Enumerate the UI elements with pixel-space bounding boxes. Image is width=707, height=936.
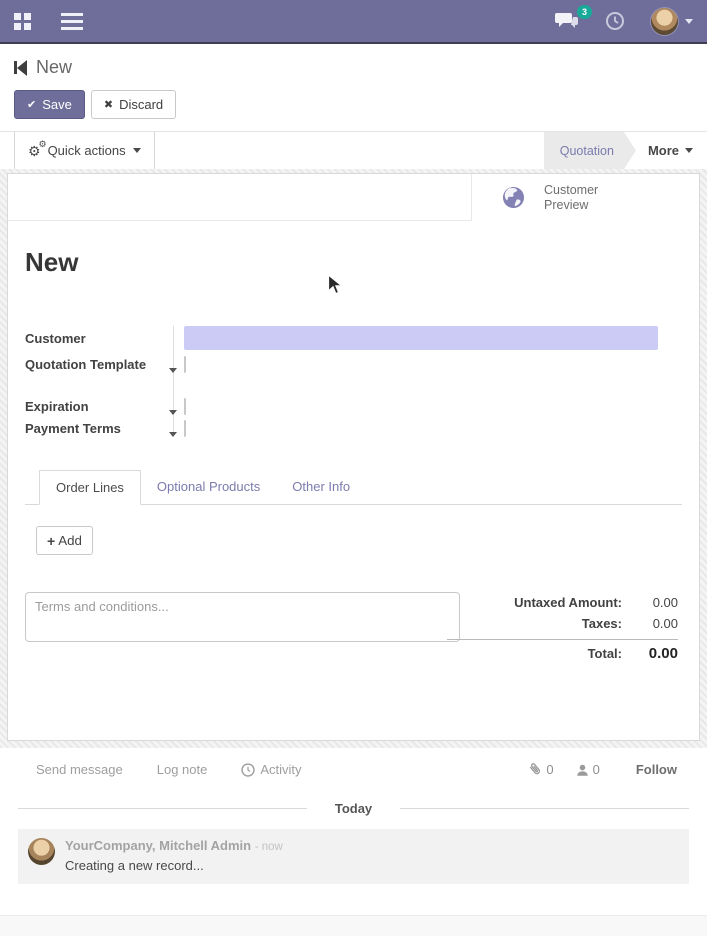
save-button[interactable]: ✔ Save — [14, 90, 85, 119]
schedule-activity-button[interactable]: Activity — [241, 762, 301, 777]
date-divider-label: Today — [335, 801, 372, 816]
message-body: Creating a new record... — [65, 858, 283, 873]
tab-order-lines[interactable]: Order Lines — [39, 470, 141, 505]
page-title: New — [36, 57, 72, 78]
caret-down-icon — [685, 148, 693, 157]
expiration-input[interactable] — [184, 398, 186, 415]
hamburger-menu-icon[interactable] — [61, 9, 83, 34]
totals-block: Untaxed Amount: 0.00 Taxes: 0.00 Total: … — [472, 592, 682, 665]
check-icon: ✔ — [27, 98, 36, 111]
taxes-value: 0.00 — [622, 616, 678, 631]
field-row-customer: Customer — [25, 326, 658, 350]
author-avatar — [28, 838, 55, 865]
footer-strip — [0, 915, 707, 936]
gears-icon: ⚙⚙ — [28, 144, 41, 158]
log-note-button[interactable]: Log note — [157, 762, 208, 777]
caret-down-icon — [133, 148, 141, 157]
total-row: Total: 0.00 — [472, 642, 678, 665]
caret-down-icon — [169, 432, 177, 441]
plus-icon: + — [47, 535, 55, 547]
user-avatar — [651, 8, 678, 35]
field-row-quotation-template: Quotation Template — [25, 357, 658, 372]
apps-grid-icon[interactable] — [14, 13, 31, 30]
globe-icon — [502, 186, 525, 209]
untaxed-amount-value: 0.00 — [622, 595, 678, 610]
customer-label: Customer — [25, 331, 173, 346]
date-divider: Today — [18, 801, 689, 816]
chatter-message: YourCompany, Mitchell Admin - now Creati… — [18, 829, 689, 884]
total-value: 0.00 — [622, 645, 678, 662]
untaxed-amount-label: Untaxed Amount: — [514, 595, 622, 610]
taxes-row: Taxes: 0.00 — [472, 613, 678, 634]
terms-and-conditions-input[interactable] — [25, 592, 460, 642]
field-group: Customer Quotation Template Expiration P… — [25, 326, 658, 436]
field-row-expiration: Expiration — [25, 399, 658, 414]
followers-counter[interactable]: 0 — [576, 762, 600, 777]
payment-terms-input[interactable] — [184, 420, 186, 437]
caret-down-icon — [169, 410, 177, 419]
activity-clock-icon — [241, 763, 255, 777]
follow-button[interactable]: Follow — [636, 762, 677, 777]
x-icon: ✖ — [104, 98, 113, 111]
more-dropdown[interactable]: More — [636, 132, 707, 169]
notebook-tabs: Order Lines Optional Products Other Info — [25, 470, 682, 505]
caret-down-icon — [169, 368, 177, 377]
activities-clock-icon[interactable] — [605, 11, 625, 31]
control-panel: New ✔ Save ✖ Discard — [0, 44, 707, 131]
caret-down-icon — [685, 19, 693, 28]
send-message-button[interactable]: Send message — [36, 762, 123, 777]
statusbar: ⚙⚙ Quick actions Quotation More — [0, 131, 707, 169]
expiration-label: Expiration — [25, 399, 173, 414]
top-navbar: 3 — [0, 0, 707, 44]
quotation-template-input[interactable] — [184, 356, 186, 373]
add-line-label: Add — [58, 533, 82, 548]
message-time: - now — [255, 841, 283, 853]
save-button-label: Save — [42, 97, 72, 112]
tab-other-info[interactable]: Other Info — [276, 470, 366, 504]
discard-button[interactable]: ✖ Discard — [91, 90, 176, 119]
chat-bubbles-icon — [555, 12, 579, 30]
user-menu[interactable] — [651, 8, 693, 35]
form-background: Customer Preview New Customer Quotation … — [0, 169, 707, 748]
quick-actions-label: Quick actions — [48, 143, 126, 158]
untaxed-amount-row: Untaxed Amount: 0.00 — [472, 592, 678, 613]
person-icon — [576, 763, 589, 777]
customer-preview-button[interactable]: Customer Preview — [471, 174, 699, 221]
breadcrumb: New — [14, 57, 693, 78]
form-sheet: Customer Preview New Customer Quotation … — [7, 173, 700, 741]
quotation-template-label: Quotation Template — [25, 357, 173, 372]
add-line-button[interactable]: + Add — [36, 526, 93, 555]
quick-actions-button[interactable]: ⚙⚙ Quick actions — [14, 132, 155, 169]
more-label: More — [648, 143, 679, 158]
message-author: YourCompany, Mitchell Admin — [65, 838, 251, 853]
breadcrumb-back-icon[interactable] — [14, 60, 27, 76]
attachments-counter[interactable]: 0 — [528, 762, 553, 777]
stat-button-row: Customer Preview — [8, 174, 699, 221]
messages-count-badge: 3 — [577, 5, 592, 19]
record-title: New — [25, 247, 682, 278]
totals-divider — [447, 639, 678, 640]
tab-optional-products[interactable]: Optional Products — [141, 470, 276, 504]
total-label: Total: — [588, 646, 622, 661]
paperclip-icon — [525, 759, 545, 779]
chatter: Send message Log note Activity 0 0 — [0, 748, 707, 884]
customer-input[interactable] — [184, 326, 658, 350]
payment-terms-label: Payment Terms — [25, 421, 173, 436]
messages-icon[interactable]: 3 — [555, 12, 579, 30]
taxes-label: Taxes: — [582, 616, 622, 631]
discard-button-label: Discard — [119, 97, 163, 112]
field-row-payment-terms: Payment Terms — [25, 421, 658, 436]
customer-preview-label: Customer Preview — [544, 183, 598, 213]
stage-quotation[interactable]: Quotation — [544, 132, 636, 169]
